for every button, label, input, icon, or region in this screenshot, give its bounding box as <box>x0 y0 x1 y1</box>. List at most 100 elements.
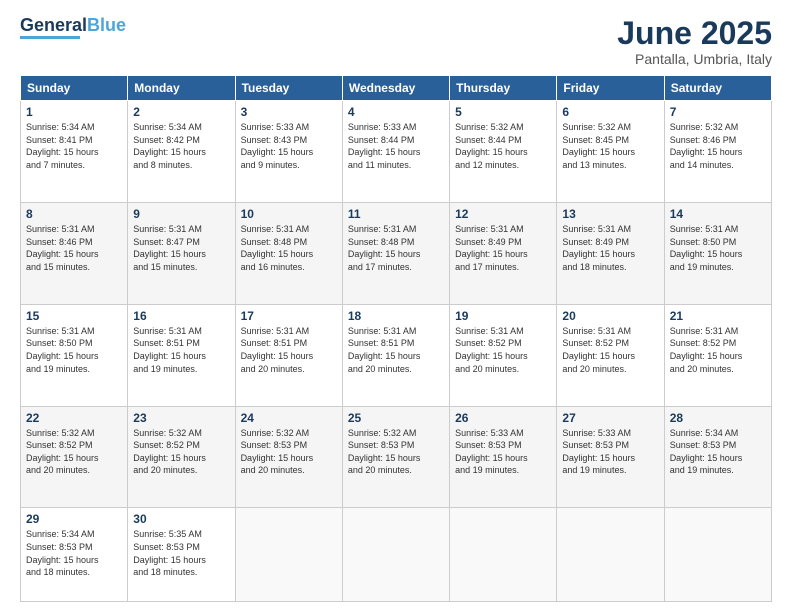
logo-text: GeneralBlue <box>20 16 126 34</box>
day-info: Sunrise: 5:32 AM Sunset: 8:53 PM Dayligh… <box>241 427 337 477</box>
table-row: 6 Sunrise: 5:32 AM Sunset: 8:45 PM Daylig… <box>557 101 664 203</box>
day-number: 2 <box>133 105 229 119</box>
day-info: Sunrise: 5:33 AM Sunset: 8:44 PM Dayligh… <box>348 121 444 171</box>
table-row: 11 Sunrise: 5:31 AM Sunset: 8:48 PM Dayli… <box>342 202 449 304</box>
day-number: 6 <box>562 105 658 119</box>
day-info: Sunrise: 5:34 AM Sunset: 8:41 PM Dayligh… <box>26 121 122 171</box>
day-info: Sunrise: 5:31 AM Sunset: 8:51 PM Dayligh… <box>133 325 229 375</box>
day-number: 9 <box>133 207 229 221</box>
table-row <box>450 508 557 602</box>
day-number: 28 <box>670 411 766 425</box>
col-saturday: Saturday <box>664 76 771 101</box>
col-thursday: Thursday <box>450 76 557 101</box>
day-number: 11 <box>348 207 444 221</box>
location: Pantalla, Umbria, Italy <box>617 51 772 67</box>
day-number: 30 <box>133 512 229 526</box>
calendar-page: GeneralBlue June 2025 Pantalla, Umbria, … <box>0 0 792 612</box>
day-number: 29 <box>26 512 122 526</box>
day-info: Sunrise: 5:34 AM Sunset: 8:42 PM Dayligh… <box>133 121 229 171</box>
table-row: 13Sunrise: 5:31 AM Sunset: 8:49 PM Dayli… <box>557 202 664 304</box>
table-row: 4 Sunrise: 5:33 AM Sunset: 8:44 PM Daylig… <box>342 101 449 203</box>
day-info: Sunrise: 5:31 AM Sunset: 8:51 PM Dayligh… <box>348 325 444 375</box>
day-info: Sunrise: 5:31 AM Sunset: 8:48 PM Dayligh… <box>241 223 337 273</box>
table-row: 14Sunrise: 5:31 AM Sunset: 8:50 PM Dayli… <box>664 202 771 304</box>
table-row <box>557 508 664 602</box>
day-info: Sunrise: 5:32 AM Sunset: 8:52 PM Dayligh… <box>26 427 122 477</box>
header: GeneralBlue June 2025 Pantalla, Umbria, … <box>20 16 772 67</box>
day-info: Sunrise: 5:34 AM Sunset: 8:53 PM Dayligh… <box>26 528 122 578</box>
table-row <box>664 508 771 602</box>
day-number: 21 <box>670 309 766 323</box>
logo: GeneralBlue <box>20 16 126 39</box>
table-row: 2 Sunrise: 5:34 AM Sunset: 8:42 PM Daylig… <box>128 101 235 203</box>
table-row: 25Sunrise: 5:32 AM Sunset: 8:53 PM Dayli… <box>342 406 449 508</box>
table-row: 10 Sunrise: 5:31 AM Sunset: 8:48 PM Dayli… <box>235 202 342 304</box>
day-number: 24 <box>241 411 337 425</box>
table-row: 24 Sunrise: 5:32 AM Sunset: 8:53 PM Dayli… <box>235 406 342 508</box>
table-row: 22 Sunrise: 5:32 AM Sunset: 8:52 PM Dayli… <box>21 406 128 508</box>
day-info: Sunrise: 5:31 AM Sunset: 8:46 PM Dayligh… <box>26 223 122 273</box>
day-info: Sunrise: 5:33 AM Sunset: 8:53 PM Dayligh… <box>562 427 658 477</box>
day-number: 10 <box>241 207 337 221</box>
table-row: 21 Sunrise: 5:31 AM Sunset: 8:52 PM Dayli… <box>664 304 771 406</box>
day-number: 15 <box>26 309 122 323</box>
day-number: 19 <box>455 309 551 323</box>
day-number: 17 <box>241 309 337 323</box>
table-row: 26 Sunrise: 5:33 AM Sunset: 8:53 PM Dayli… <box>450 406 557 508</box>
day-number: 1 <box>26 105 122 119</box>
table-row: 17 Sunrise: 5:31 AM Sunset: 8:51 PM Dayli… <box>235 304 342 406</box>
day-info: Sunrise: 5:32 AM Sunset: 8:52 PM Dayligh… <box>133 427 229 477</box>
col-wednesday: Wednesday <box>342 76 449 101</box>
table-row: 30Sunrise: 5:35 AM Sunset: 8:53 PM Dayli… <box>128 508 235 602</box>
day-info: Sunrise: 5:34 AM Sunset: 8:53 PM Dayligh… <box>670 427 766 477</box>
day-info: Sunrise: 5:32 AM Sunset: 8:46 PM Dayligh… <box>670 121 766 171</box>
table-row: 1 Sunrise: 5:34 AM Sunset: 8:41 PM Daylig… <box>21 101 128 203</box>
table-row: 19 Sunrise: 5:31 AM Sunset: 8:52 PM Dayli… <box>450 304 557 406</box>
day-info: Sunrise: 5:31 AM Sunset: 8:52 PM Dayligh… <box>670 325 766 375</box>
logo-blue: Blue <box>87 15 126 35</box>
table-row: 20Sunrise: 5:31 AM Sunset: 8:52 PM Dayli… <box>557 304 664 406</box>
day-number: 22 <box>26 411 122 425</box>
day-number: 12 <box>455 207 551 221</box>
table-row: 18 Sunrise: 5:31 AM Sunset: 8:51 PM Dayli… <box>342 304 449 406</box>
col-friday: Friday <box>557 76 664 101</box>
day-info: Sunrise: 5:32 AM Sunset: 8:53 PM Dayligh… <box>348 427 444 477</box>
day-info: Sunrise: 5:33 AM Sunset: 8:53 PM Dayligh… <box>455 427 551 477</box>
day-number: 3 <box>241 105 337 119</box>
header-row: Sunday Monday Tuesday Wednesday Thursday… <box>21 76 772 101</box>
table-row: 15 Sunrise: 5:31 AM Sunset: 8:50 PM Dayli… <box>21 304 128 406</box>
day-info: Sunrise: 5:31 AM Sunset: 8:52 PM Dayligh… <box>455 325 551 375</box>
table-row: 27Sunrise: 5:33 AM Sunset: 8:53 PM Dayli… <box>557 406 664 508</box>
month-title: June 2025 <box>617 16 772 51</box>
table-row <box>342 508 449 602</box>
table-row: 9 Sunrise: 5:31 AM Sunset: 8:47 PM Daylig… <box>128 202 235 304</box>
day-number: 23 <box>133 411 229 425</box>
day-info: Sunrise: 5:31 AM Sunset: 8:51 PM Dayligh… <box>241 325 337 375</box>
day-info: Sunrise: 5:31 AM Sunset: 8:47 PM Dayligh… <box>133 223 229 273</box>
day-info: Sunrise: 5:31 AM Sunset: 8:49 PM Dayligh… <box>562 223 658 273</box>
table-row <box>235 508 342 602</box>
logo-underline <box>20 36 80 39</box>
col-tuesday: Tuesday <box>235 76 342 101</box>
day-number: 4 <box>348 105 444 119</box>
col-sunday: Sunday <box>21 76 128 101</box>
day-number: 20 <box>562 309 658 323</box>
table-row: 28 Sunrise: 5:34 AM Sunset: 8:53 PM Dayli… <box>664 406 771 508</box>
day-number: 18 <box>348 309 444 323</box>
table-row: 7 Sunrise: 5:32 AM Sunset: 8:46 PM Daylig… <box>664 101 771 203</box>
day-info: Sunrise: 5:31 AM Sunset: 8:48 PM Dayligh… <box>348 223 444 273</box>
table-row: 12 Sunrise: 5:31 AM Sunset: 8:49 PM Dayli… <box>450 202 557 304</box>
table-row: 16 Sunrise: 5:31 AM Sunset: 8:51 PM Dayli… <box>128 304 235 406</box>
day-number: 16 <box>133 309 229 323</box>
table-row: 8 Sunrise: 5:31 AM Sunset: 8:46 PM Daylig… <box>21 202 128 304</box>
day-number: 8 <box>26 207 122 221</box>
day-number: 14 <box>670 207 766 221</box>
day-info: Sunrise: 5:31 AM Sunset: 8:49 PM Dayligh… <box>455 223 551 273</box>
day-number: 26 <box>455 411 551 425</box>
title-block: June 2025 Pantalla, Umbria, Italy <box>617 16 772 67</box>
day-number: 7 <box>670 105 766 119</box>
day-info: Sunrise: 5:31 AM Sunset: 8:50 PM Dayligh… <box>26 325 122 375</box>
day-info: Sunrise: 5:32 AM Sunset: 8:45 PM Dayligh… <box>562 121 658 171</box>
table-row: 29 Sunrise: 5:34 AM Sunset: 8:53 PM Dayli… <box>21 508 128 602</box>
day-info: Sunrise: 5:33 AM Sunset: 8:43 PM Dayligh… <box>241 121 337 171</box>
